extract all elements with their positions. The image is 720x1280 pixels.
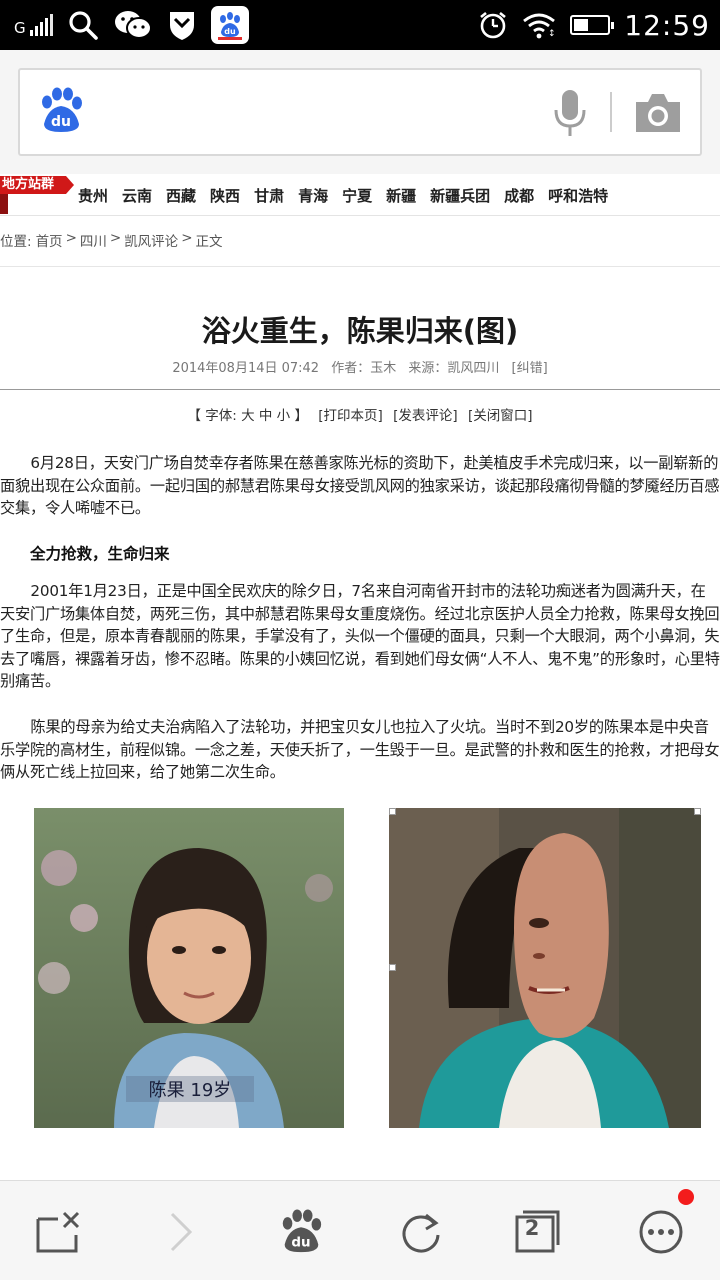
breadcrumb-prefix: 位置: bbox=[0, 234, 32, 250]
breadcrumb-link-home[interactable]: 首页 bbox=[36, 230, 63, 252]
breadcrumb-link-commentary[interactable]: 凯风评论 bbox=[124, 230, 178, 252]
search-input[interactable]: du bbox=[18, 68, 702, 156]
image-handle bbox=[389, 808, 396, 815]
article-paragraph: 陈果的母亲为给丈夫治病陷入了法轮功，并把宝贝女儿也拉入了火坑。当时不到20岁的陈… bbox=[0, 718, 720, 781]
image-handle bbox=[694, 808, 701, 815]
camera-icon[interactable] bbox=[634, 90, 682, 138]
signal-icon: G bbox=[14, 14, 53, 36]
article-author: 作者：玉木 bbox=[331, 361, 397, 376]
article-title: 浴火重生，陈果归来(图) bbox=[201, 314, 519, 348]
region-link[interactable]: 呼和浩特 bbox=[548, 185, 608, 206]
tabs-button[interactable]: 2 bbox=[512, 1207, 562, 1257]
svg-text:du: du bbox=[51, 114, 71, 130]
breadcrumb: 位置: 首页 > 四川 > 凯风评论 > 正文 bbox=[0, 230, 223, 252]
article-source: 来源：凯风四川 bbox=[408, 361, 500, 376]
status-bar: G du ↕ 12:59 bbox=[0, 0, 720, 50]
comment-link[interactable]: [发表评论] bbox=[393, 408, 458, 424]
article-photo-before: 陈果 19岁 bbox=[34, 808, 344, 1128]
browser-toolbar: du 2 bbox=[0, 1180, 720, 1280]
more-button[interactable] bbox=[636, 1207, 686, 1257]
wechat-icon bbox=[113, 9, 153, 41]
article-meta: 2014年08月14日 07:42 作者：玉木 来源：凯风四川 [纠错] bbox=[0, 357, 720, 376]
close-window-link[interactable]: [关闭窗口] bbox=[468, 408, 533, 424]
tab-count: 2 bbox=[524, 1216, 540, 1240]
region-link[interactable]: 成都 bbox=[504, 185, 534, 206]
region-link[interactable]: 新疆 bbox=[386, 185, 416, 206]
photo-caption: 陈果 19岁 bbox=[149, 1080, 232, 1101]
region-link[interactable]: 西藏 bbox=[166, 185, 196, 206]
close-tab-button[interactable] bbox=[34, 1207, 84, 1257]
wifi-icon: ↕ bbox=[522, 11, 556, 39]
carrier-mark: G bbox=[14, 19, 26, 37]
article-tools: 【 字体: 大 中 小 】 [打印本页] [发表评论] [关闭窗口] bbox=[0, 404, 720, 424]
close-tab-icon bbox=[36, 1211, 80, 1253]
more-icon bbox=[639, 1210, 683, 1254]
region-link[interactable]: 青海 bbox=[298, 185, 328, 206]
notification-dot bbox=[678, 1189, 694, 1205]
refresh-icon bbox=[402, 1213, 440, 1253]
print-link[interactable]: [打印本页] bbox=[318, 408, 383, 424]
error-report-link[interactable]: [纠错] bbox=[512, 361, 548, 376]
shield-icon bbox=[167, 9, 197, 41]
breadcrumb-separator: > bbox=[181, 230, 193, 246]
font-size-control[interactable]: 【 字体: 大 中 小 】 bbox=[187, 408, 308, 424]
region-link[interactable]: 宁夏 bbox=[342, 185, 372, 206]
article-paragraph: 2001年1月23日，正是中国全民欢庆的除夕日，7名来自河南省开封市的法轮功痴迷… bbox=[0, 582, 720, 690]
region-link[interactable]: 贵州 bbox=[78, 185, 108, 206]
region-links: 贵州 云南 西藏 陕西 甘肃 青海 宁夏 新疆 新疆兵团 成都 呼和浩特 bbox=[78, 185, 608, 206]
baidu-home-icon: du bbox=[282, 1209, 322, 1253]
breadcrumb-separator: > bbox=[109, 230, 122, 246]
article-subheading: 全力抢救，生命归来 bbox=[30, 545, 170, 563]
divider bbox=[610, 92, 612, 132]
search-bar: du bbox=[0, 50, 720, 174]
region-link[interactable]: 陕西 bbox=[210, 185, 240, 206]
divider bbox=[0, 389, 720, 390]
breadcrumb-current: 正文 bbox=[195, 234, 223, 250]
battery-icon bbox=[570, 15, 615, 35]
article-paragraph: 6月28日，天安门广场自焚幸存者陈果在慈善家陈光标的资助下，赴美植皮手术完成归来… bbox=[0, 454, 720, 517]
svg-text:du: du bbox=[224, 27, 236, 36]
forward-icon bbox=[170, 1212, 193, 1252]
svg-text:du: du bbox=[291, 1235, 310, 1250]
region-link[interactable]: 新疆兵团 bbox=[430, 185, 490, 206]
image-handle bbox=[389, 964, 396, 971]
refresh-button[interactable] bbox=[396, 1207, 446, 1257]
region-badge: 地方站群 bbox=[0, 176, 74, 214]
home-button[interactable]: du bbox=[276, 1207, 326, 1257]
article-photo-after bbox=[389, 808, 701, 1128]
article-date: 2014年08月14日 07:42 bbox=[172, 361, 320, 376]
baidu-app-icon: du bbox=[210, 6, 249, 44]
region-badge-label: 地方站群 bbox=[0, 176, 66, 194]
alarm-icon bbox=[478, 10, 508, 40]
baidu-logo-icon[interactable]: du bbox=[38, 86, 84, 140]
divider bbox=[0, 266, 720, 267]
svg-text:↕: ↕ bbox=[548, 29, 556, 39]
forward-button[interactable] bbox=[156, 1207, 206, 1257]
breadcrumb-link-sichuan[interactable]: 四川 bbox=[80, 230, 107, 252]
region-link[interactable]: 甘肃 bbox=[254, 185, 284, 206]
region-nav: 地方站群 贵州 云南 西藏 陕西 甘肃 青海 宁夏 新疆 新疆兵团 成都 呼和浩… bbox=[0, 176, 720, 216]
region-link[interactable]: 云南 bbox=[122, 185, 152, 206]
search-icon bbox=[67, 9, 99, 41]
clock: 12:59 bbox=[624, 8, 710, 42]
breadcrumb-separator: > bbox=[65, 230, 77, 246]
microphone-icon[interactable] bbox=[552, 88, 588, 142]
